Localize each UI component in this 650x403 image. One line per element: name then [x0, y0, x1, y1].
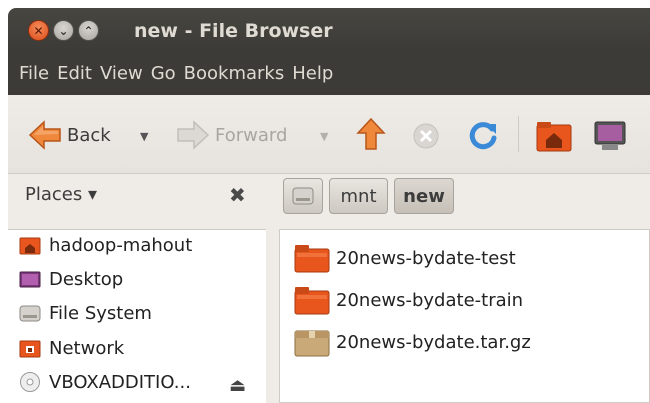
- menu-edit[interactable]: Edit: [57, 63, 92, 84]
- menu-bar: File Edit View Go Bookmarks Help: [8, 51, 650, 95]
- sidebar-item-home[interactable]: hadoop-mahout: [19, 230, 192, 260]
- folder-icon: [294, 287, 330, 315]
- menu-go[interactable]: Go: [151, 63, 176, 84]
- back-button[interactable]: Back: [28, 120, 111, 150]
- back-history-dropdown[interactable]: ▼: [140, 130, 148, 143]
- title-bar[interactable]: ✕ ⌄ ⌃ new - File Browser: [8, 8, 650, 51]
- file-item-folder[interactable]: 20news-bydate-train: [294, 282, 523, 318]
- sidebar-item-label: Desktop: [49, 268, 124, 290]
- computer-button[interactable]: [592, 120, 628, 152]
- breadcrumb-new[interactable]: new: [394, 178, 454, 214]
- desktop-icon: [19, 271, 41, 288]
- menu-help[interactable]: Help: [292, 63, 333, 84]
- computer-icon: [594, 121, 626, 150]
- places-dropdown[interactable]: Places ▾: [25, 184, 97, 205]
- menu-bookmarks[interactable]: Bookmarks: [184, 63, 285, 84]
- home-folder-icon: [536, 122, 572, 152]
- eject-icon[interactable]: ⏏: [229, 375, 246, 396]
- toolbar: Back ▼ Forward ▼: [8, 95, 650, 174]
- stop-button[interactable]: [412, 122, 440, 150]
- sidebar-item-label: Network: [49, 337, 125, 359]
- pane-divider[interactable]: [266, 229, 279, 403]
- sidebar-item-label: hadoop-mahout: [49, 234, 193, 256]
- maximize-icon: ⌃: [83, 23, 94, 38]
- drive-icon: [292, 187, 314, 205]
- sidebar-item-filesystem[interactable]: File System: [19, 298, 152, 328]
- sidebar-item-network[interactable]: Network: [19, 333, 124, 363]
- sidebar-item-label: File System: [49, 302, 152, 324]
- file-name: 20news-bydate-test: [336, 247, 516, 269]
- up-button[interactable]: [356, 117, 386, 151]
- file-browser-window: ✕ ⌄ ⌃ new - File Browser File Edit View …: [8, 8, 650, 403]
- reload-icon: [469, 122, 497, 150]
- stop-icon: [413, 123, 439, 149]
- file-name: 20news-bydate-train: [336, 289, 524, 311]
- drive-icon: [19, 305, 41, 322]
- maximize-window-button[interactable]: ⌃: [78, 20, 99, 41]
- file-item-folder[interactable]: 20news-bydate-test: [294, 240, 516, 276]
- home-folder-icon: [19, 237, 41, 255]
- forward-history-dropdown[interactable]: ▼: [320, 130, 328, 143]
- close-icon: ✕: [33, 23, 44, 38]
- back-arrow-icon: [28, 120, 61, 150]
- minimize-window-button[interactable]: ⌄: [53, 20, 74, 41]
- sidebar-item-vboxadditions[interactable]: VBOXADDITIO...: [19, 367, 191, 397]
- sidebar-item-label: VBOXADDITIO...: [49, 371, 191, 393]
- minimize-icon: ⌄: [58, 23, 69, 38]
- forward-label: Forward: [215, 124, 288, 146]
- forward-arrow-icon: [177, 120, 210, 150]
- sidebar-item-desktop[interactable]: Desktop: [19, 264, 123, 294]
- up-arrow-icon: [356, 117, 386, 150]
- breadcrumb-root[interactable]: [283, 178, 323, 214]
- forward-button[interactable]: Forward: [176, 120, 287, 150]
- reload-button[interactable]: [468, 121, 498, 151]
- file-item-archive[interactable]: 20news-bydate.tar.gz: [294, 324, 531, 360]
- cdrom-icon: [20, 372, 40, 392]
- breadcrumb-mnt[interactable]: mnt: [329, 178, 388, 214]
- file-name: 20news-bydate.tar.gz: [336, 331, 531, 353]
- window-title: new - File Browser: [134, 20, 333, 42]
- folder-icon: [294, 245, 330, 273]
- network-icon: [19, 340, 41, 358]
- archive-icon: [294, 330, 330, 357]
- menu-view[interactable]: View: [100, 63, 143, 84]
- menu-file[interactable]: File: [19, 63, 49, 84]
- toolbar-separator: [518, 116, 519, 152]
- close-window-button[interactable]: ✕: [28, 20, 49, 41]
- back-label: Back: [67, 124, 111, 146]
- close-sidebar-button[interactable]: ✖: [229, 183, 246, 207]
- home-button[interactable]: [536, 120, 572, 152]
